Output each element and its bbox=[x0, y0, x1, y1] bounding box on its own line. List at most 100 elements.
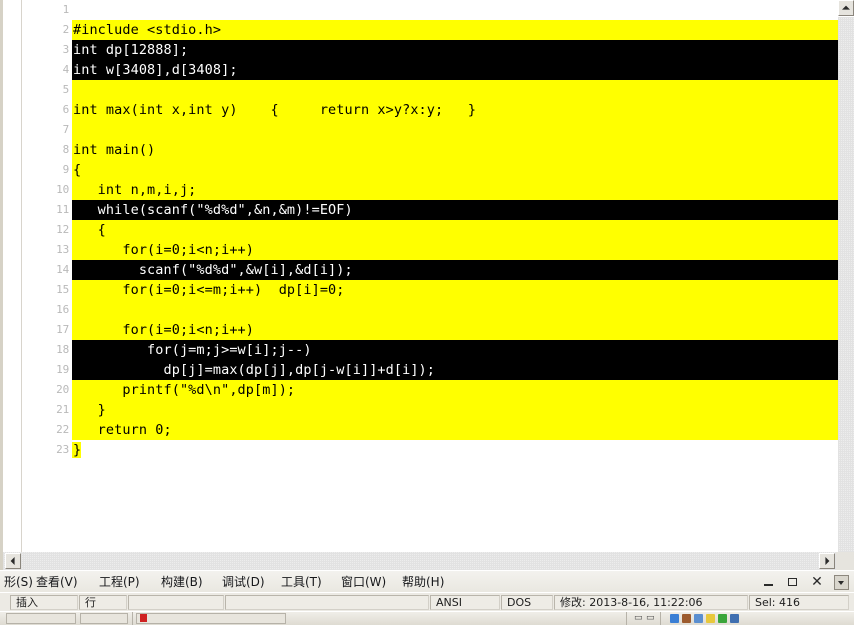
code-line-text: int main() bbox=[73, 142, 156, 158]
system-tray-icon[interactable] bbox=[718, 614, 727, 623]
code-line[interactable]: for(i=0;i<n;i++) bbox=[72, 320, 841, 340]
code-line-text: } bbox=[72, 442, 82, 458]
menu-item-查看v[interactable]: 查看(V) bbox=[32, 573, 82, 591]
code-line[interactable]: { bbox=[72, 160, 841, 180]
system-tray-icon[interactable] bbox=[730, 614, 739, 623]
code-line-text: for(i=0;i<n;i++) bbox=[73, 322, 255, 338]
vertical-scroll-track[interactable] bbox=[838, 17, 854, 552]
code-line-text: int n,m,i,j; bbox=[73, 182, 197, 198]
system-tray-icon[interactable] bbox=[694, 614, 703, 623]
code-line[interactable]: printf("%d\n",dp[m]); bbox=[72, 380, 841, 400]
status-bar-cell-5: DOS bbox=[501, 595, 553, 610]
status-bar-cell-4: ANSI bbox=[430, 595, 500, 610]
menu-item-工程p[interactable]: 工程(P) bbox=[95, 573, 144, 591]
taskbar-item[interactable] bbox=[6, 613, 76, 624]
menu-item-工具t[interactable]: 工具(T) bbox=[277, 573, 326, 591]
editor-frame: 1 2 3 4 5 6 7 8 9 10 11 12 13 14 15 16 17 18 19 20 21 22 23 #i… bbox=[0, 0, 854, 570]
line-number: 14 bbox=[56, 263, 69, 276]
line-number: 5 bbox=[62, 83, 70, 96]
line-number: 13 bbox=[56, 243, 69, 256]
taskbar-glyph-icon: ▭ bbox=[646, 613, 655, 623]
scroll-up-button[interactable] bbox=[838, 0, 854, 16]
line-number: 12 bbox=[56, 223, 69, 236]
code-line[interactable]: { bbox=[72, 220, 841, 240]
line-number: 1 bbox=[62, 3, 70, 16]
line-number: 19 bbox=[56, 363, 69, 376]
line-number: 11 bbox=[56, 203, 69, 216]
application-window: 1 2 3 4 5 6 7 8 9 10 11 12 13 14 15 16 17 18 19 20 21 22 23 #i… bbox=[0, 0, 854, 625]
code-line[interactable]: for(i=0;i<=m;i++) dp[i]=0; bbox=[72, 280, 841, 300]
scroll-left-button[interactable] bbox=[5, 553, 21, 569]
taskbar-item[interactable] bbox=[80, 613, 128, 624]
scroll-right-button[interactable] bbox=[819, 553, 835, 569]
menu-item-窗口w[interactable]: 窗口(W) bbox=[337, 573, 390, 591]
code-editor-window: 1 2 3 4 5 6 7 8 9 10 11 12 13 14 15 16 17 18 19 20 21 22 23 #i… bbox=[0, 0, 854, 570]
minimize-icon[interactable] bbox=[762, 575, 776, 589]
code-line[interactable] bbox=[72, 80, 841, 100]
editor-outer-margin bbox=[3, 0, 22, 552]
taskbar-app-icon bbox=[140, 614, 147, 622]
code-line[interactable]: } bbox=[72, 400, 841, 420]
system-tray-icon[interactable] bbox=[706, 614, 715, 623]
code-line-text: for(i=0;i<=m;i++) dp[i]=0; bbox=[73, 282, 345, 298]
code-line[interactable]: for(j=m;j>=w[i];j--) bbox=[72, 340, 841, 360]
line-number: 10 bbox=[56, 183, 69, 196]
code-text-area[interactable]: #include <stdio.h> int dp[12888]; int w[34… bbox=[72, 0, 841, 552]
taskbar-divider bbox=[626, 612, 627, 625]
system-tray-icon[interactable] bbox=[682, 614, 691, 623]
windows-taskbar: ▭ ▭ bbox=[0, 611, 854, 625]
code-line[interactable]: #include <stdio.h> bbox=[72, 20, 841, 40]
code-line-text: return 0; bbox=[73, 422, 172, 438]
status-bar: 插入行 ANSI DOS 修改: 2013-8-16, 11:22:06 Sel: 41… bbox=[0, 592, 854, 612]
code-line-text: dp[j]=max(dp[j],dp[j-w[i]]+d[i]); bbox=[73, 362, 436, 378]
menu-item-帮助h[interactable]: 帮助(H) bbox=[398, 573, 448, 591]
code-line[interactable]: int dp[12888]; bbox=[72, 40, 841, 60]
menu-item-构建b[interactable]: 构建(B) bbox=[157, 573, 207, 591]
window-controls: ✕ bbox=[762, 572, 852, 592]
code-line[interactable]: for(i=0;i<n;i++) bbox=[72, 240, 841, 260]
code-line[interactable]: while(scanf("%d%d",&n,&m)!=EOF) bbox=[72, 200, 841, 220]
taskbar-divider bbox=[660, 612, 661, 625]
line-number: 9 bbox=[62, 163, 70, 176]
taskbar-glyph-icon: ▭ bbox=[634, 613, 643, 623]
close-icon[interactable]: ✕ bbox=[810, 575, 824, 589]
status-bar-cell-1: 行 bbox=[79, 595, 127, 610]
code-line[interactable] bbox=[72, 300, 841, 320]
breakpoint-gutter[interactable] bbox=[22, 0, 54, 552]
code-line[interactable]: } bbox=[72, 440, 841, 460]
system-tray-icon[interactable] bbox=[670, 614, 679, 623]
code-line-text: int dp[12888]; bbox=[73, 42, 189, 58]
code-line[interactable]: int n,m,i,j; bbox=[72, 180, 841, 200]
code-line-text: for(j=m;j>=w[i];j--) bbox=[73, 342, 312, 358]
code-line-text: printf("%d\n",dp[m]); bbox=[73, 382, 296, 398]
code-line-text: { bbox=[73, 162, 82, 178]
horizontal-scrollbar[interactable] bbox=[3, 552, 854, 570]
status-bar-cell-3 bbox=[225, 595, 429, 610]
chevron-down-icon[interactable] bbox=[834, 574, 849, 590]
taskbar-divider bbox=[132, 612, 133, 625]
code-line[interactable]: int max(int x,int y) { return x>y?x:y; } bbox=[72, 100, 841, 120]
line-number: 15 bbox=[56, 283, 69, 296]
line-number: 2 bbox=[62, 23, 70, 36]
taskbar-window-button[interactable] bbox=[136, 613, 286, 624]
code-line[interactable]: scanf("%d%d",&w[i],&d[i]); bbox=[72, 260, 841, 280]
vertical-scrollbar[interactable] bbox=[838, 0, 854, 552]
line-number: 16 bbox=[56, 303, 69, 316]
code-line[interactable]: return 0; bbox=[72, 420, 841, 440]
restore-icon[interactable] bbox=[786, 575, 800, 589]
code-line[interactable]: int main() bbox=[72, 140, 841, 160]
code-line[interactable] bbox=[72, 0, 841, 20]
line-number: 4 bbox=[62, 63, 70, 76]
status-bar-cell-6: 修改: 2013-8-16, 11:22:06 bbox=[554, 595, 748, 610]
code-line[interactable] bbox=[72, 120, 841, 140]
line-number: 6 bbox=[62, 103, 70, 116]
code-line[interactable]: int w[3408],d[3408]; bbox=[72, 60, 841, 80]
code-line[interactable]: dp[j]=max(dp[j],dp[j-w[i]]+d[i]); bbox=[72, 360, 841, 380]
code-line-text: for(i=0;i<n;i++) bbox=[73, 242, 255, 258]
code-line-text: int w[3408],d[3408]; bbox=[73, 62, 238, 78]
line-number: 17 bbox=[56, 323, 69, 336]
menu-item-调试d[interactable]: 调试(D) bbox=[218, 573, 269, 591]
